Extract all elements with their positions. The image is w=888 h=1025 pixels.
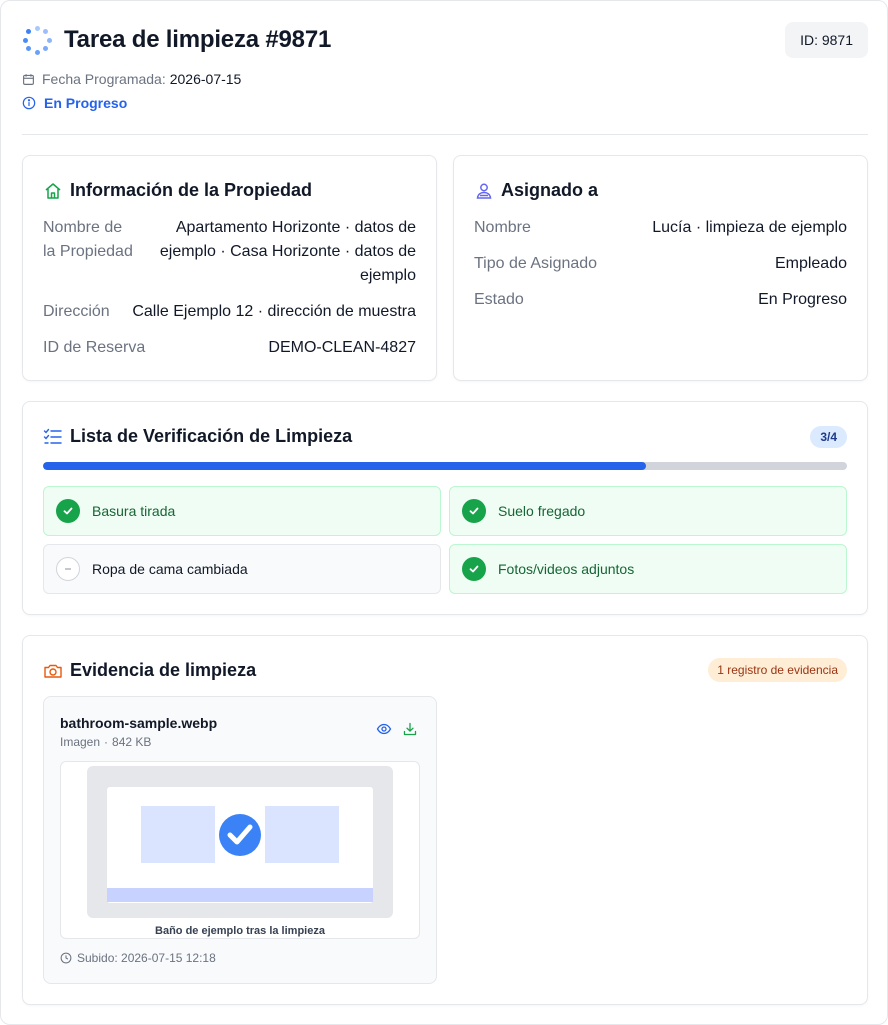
assignee-name-value: Lucía · limpieza de ejemplo	[652, 219, 847, 236]
status-indicator: En Progreso	[22, 95, 127, 111]
page-title: Tarea de limpieza #9871	[64, 26, 332, 53]
assignee-name-row: Nombre Lucía · limpieza de ejemplo	[474, 216, 847, 240]
assignee-type-row: Tipo de Asignado Empleado	[474, 252, 847, 276]
spinner-dot	[42, 29, 48, 34]
evidence-title-text: Evidencia de limpieza	[70, 660, 257, 680]
checklist-item-label: Basura tirada	[92, 503, 176, 519]
assignee-type-value: Empleado	[774, 255, 847, 272]
assignee-status-row: Estado En Progreso	[474, 288, 847, 312]
spinner-dot	[26, 29, 31, 34]
cleaning-task-page: Tarea de limpieza #9871 ID: 9871 Fecha P…	[0, 0, 888, 1025]
checklist-progress-fill	[43, 462, 646, 470]
property-card-title: Información de la Propiedad	[43, 180, 312, 201]
checklist-item-label: Suelo fregado	[498, 503, 586, 519]
camera-icon	[43, 661, 63, 681]
evidence-count-badge: 1 registro de evidencia	[708, 658, 847, 682]
address-key: Dirección	[43, 303, 110, 320]
checklist-item-label: Fotos/videos adjuntos	[498, 561, 635, 577]
assignee-name-key: Nombre	[474, 219, 531, 236]
file-actions	[376, 721, 418, 737]
assignee-type-key: Tipo de Asignado	[474, 255, 598, 272]
spinner-dot	[22, 37, 28, 43]
checklist-title-text: Lista de Verificación de Limpieza	[70, 426, 353, 446]
spinner-dot	[34, 25, 40, 31]
eye-icon	[376, 723, 392, 735]
evidence-preview-image[interactable]: Baño de ejemplo tras la limpieza	[60, 761, 420, 939]
file-size: 842 KB	[112, 735, 152, 749]
preview-caption: Baño de ejemplo tras la limpieza	[155, 925, 325, 937]
spinner-dot	[26, 45, 31, 51]
cleaning-checklist-card: Lista de Verificación de Limpieza 3/4 Ba…	[22, 401, 868, 615]
evidence-file-card: bathroom-sample.webp Imagen · 842 KB Bañ…	[43, 696, 437, 984]
upload-timestamp: Subido: 2026-07-15 12:18	[60, 951, 216, 965]
assigned-title-text: Asignado a	[501, 180, 599, 200]
checklist-card-title: Lista de Verificación de Limpieza	[43, 426, 352, 447]
address-value: Calle Ejemplo 12 · dirección de muestra	[132, 303, 416, 320]
assigned-card-title: Asignado a	[474, 180, 598, 201]
check-icon	[462, 557, 486, 581]
file-meta: Imagen · 842 KB	[60, 735, 151, 749]
checklist-item-bedding[interactable]: Ropa de cama cambiada	[43, 544, 441, 594]
check-icon	[56, 499, 80, 523]
upload-time-text: Subido: 2026-07-15 12:18	[77, 951, 216, 965]
task-header: Tarea de limpieza #9871 ID: 9871 Fecha P…	[22, 21, 868, 135]
clock-icon	[60, 952, 72, 964]
assignee-status-key: Estado	[474, 291, 524, 308]
spinner-dot	[46, 37, 52, 43]
home-icon	[43, 181, 63, 201]
checklist-item-floor[interactable]: Suelo fregado	[449, 486, 847, 536]
info-icon	[22, 96, 36, 110]
scheduled-date: Fecha Programada: 2026-07-15	[22, 71, 241, 87]
property-info-card: Información de la Propiedad Nombre de la…	[22, 155, 437, 381]
dash-icon	[56, 557, 80, 581]
spinner-icon	[22, 25, 52, 55]
property-name-value: Apartamento Horizonte · datos de ejemplo…	[159, 219, 416, 284]
property-title-text: Información de la Propiedad	[70, 180, 313, 200]
date-value: 2026-07-15	[169, 71, 242, 87]
date-label: Fecha Programada:	[42, 71, 166, 87]
checklist-icon	[43, 427, 63, 447]
spinner-dot	[42, 45, 48, 51]
status-text: En Progreso	[44, 95, 128, 111]
download-button[interactable]	[402, 721, 418, 737]
user-icon	[474, 181, 494, 201]
checklist-count-badge: 3/4	[810, 426, 847, 448]
spinner-dot	[34, 49, 40, 55]
evidence-card-title: Evidencia de limpieza	[43, 660, 256, 681]
reservation-id-key: ID de Reserva	[43, 339, 146, 356]
reservation-id-row: ID de Reserva DEMO-CLEAN-4827	[43, 336, 416, 360]
reservation-id-value: DEMO-CLEAN-4827	[268, 339, 416, 356]
checklist-item-trash[interactable]: Basura tirada	[43, 486, 441, 536]
checklist-progress-bar	[43, 462, 847, 470]
property-name-row: Nombre de la Propiedad Apartamento Horiz…	[43, 216, 416, 288]
assignee-status-value: En Progreso	[758, 291, 847, 308]
checklist-item-label: Ropa de cama cambiada	[92, 561, 248, 577]
property-name-key: Nombre de la Propiedad	[43, 219, 133, 260]
meta-separator: ·	[104, 735, 109, 749]
address-row: Dirección Calle Ejemplo 12 · dirección d…	[43, 300, 416, 324]
calendar-icon	[23, 73, 34, 85]
title-row: Tarea de limpieza #9871	[22, 21, 868, 59]
download-icon	[403, 722, 417, 736]
check-icon	[462, 499, 486, 523]
cleaning-evidence-card: Evidencia de limpieza 1 registro de evid…	[22, 635, 868, 1005]
view-button[interactable]	[376, 721, 392, 737]
file-type: Imagen	[60, 735, 101, 749]
preview-illustration	[87, 766, 393, 918]
task-id-badge: ID: 9871	[785, 22, 868, 58]
checklist-item-photos[interactable]: Fotos/videos adjuntos	[449, 544, 847, 594]
assigned-to-card: Asignado a Nombre Lucía · limpieza de ej…	[453, 155, 868, 381]
file-name: bathroom-sample.webp	[60, 715, 218, 731]
